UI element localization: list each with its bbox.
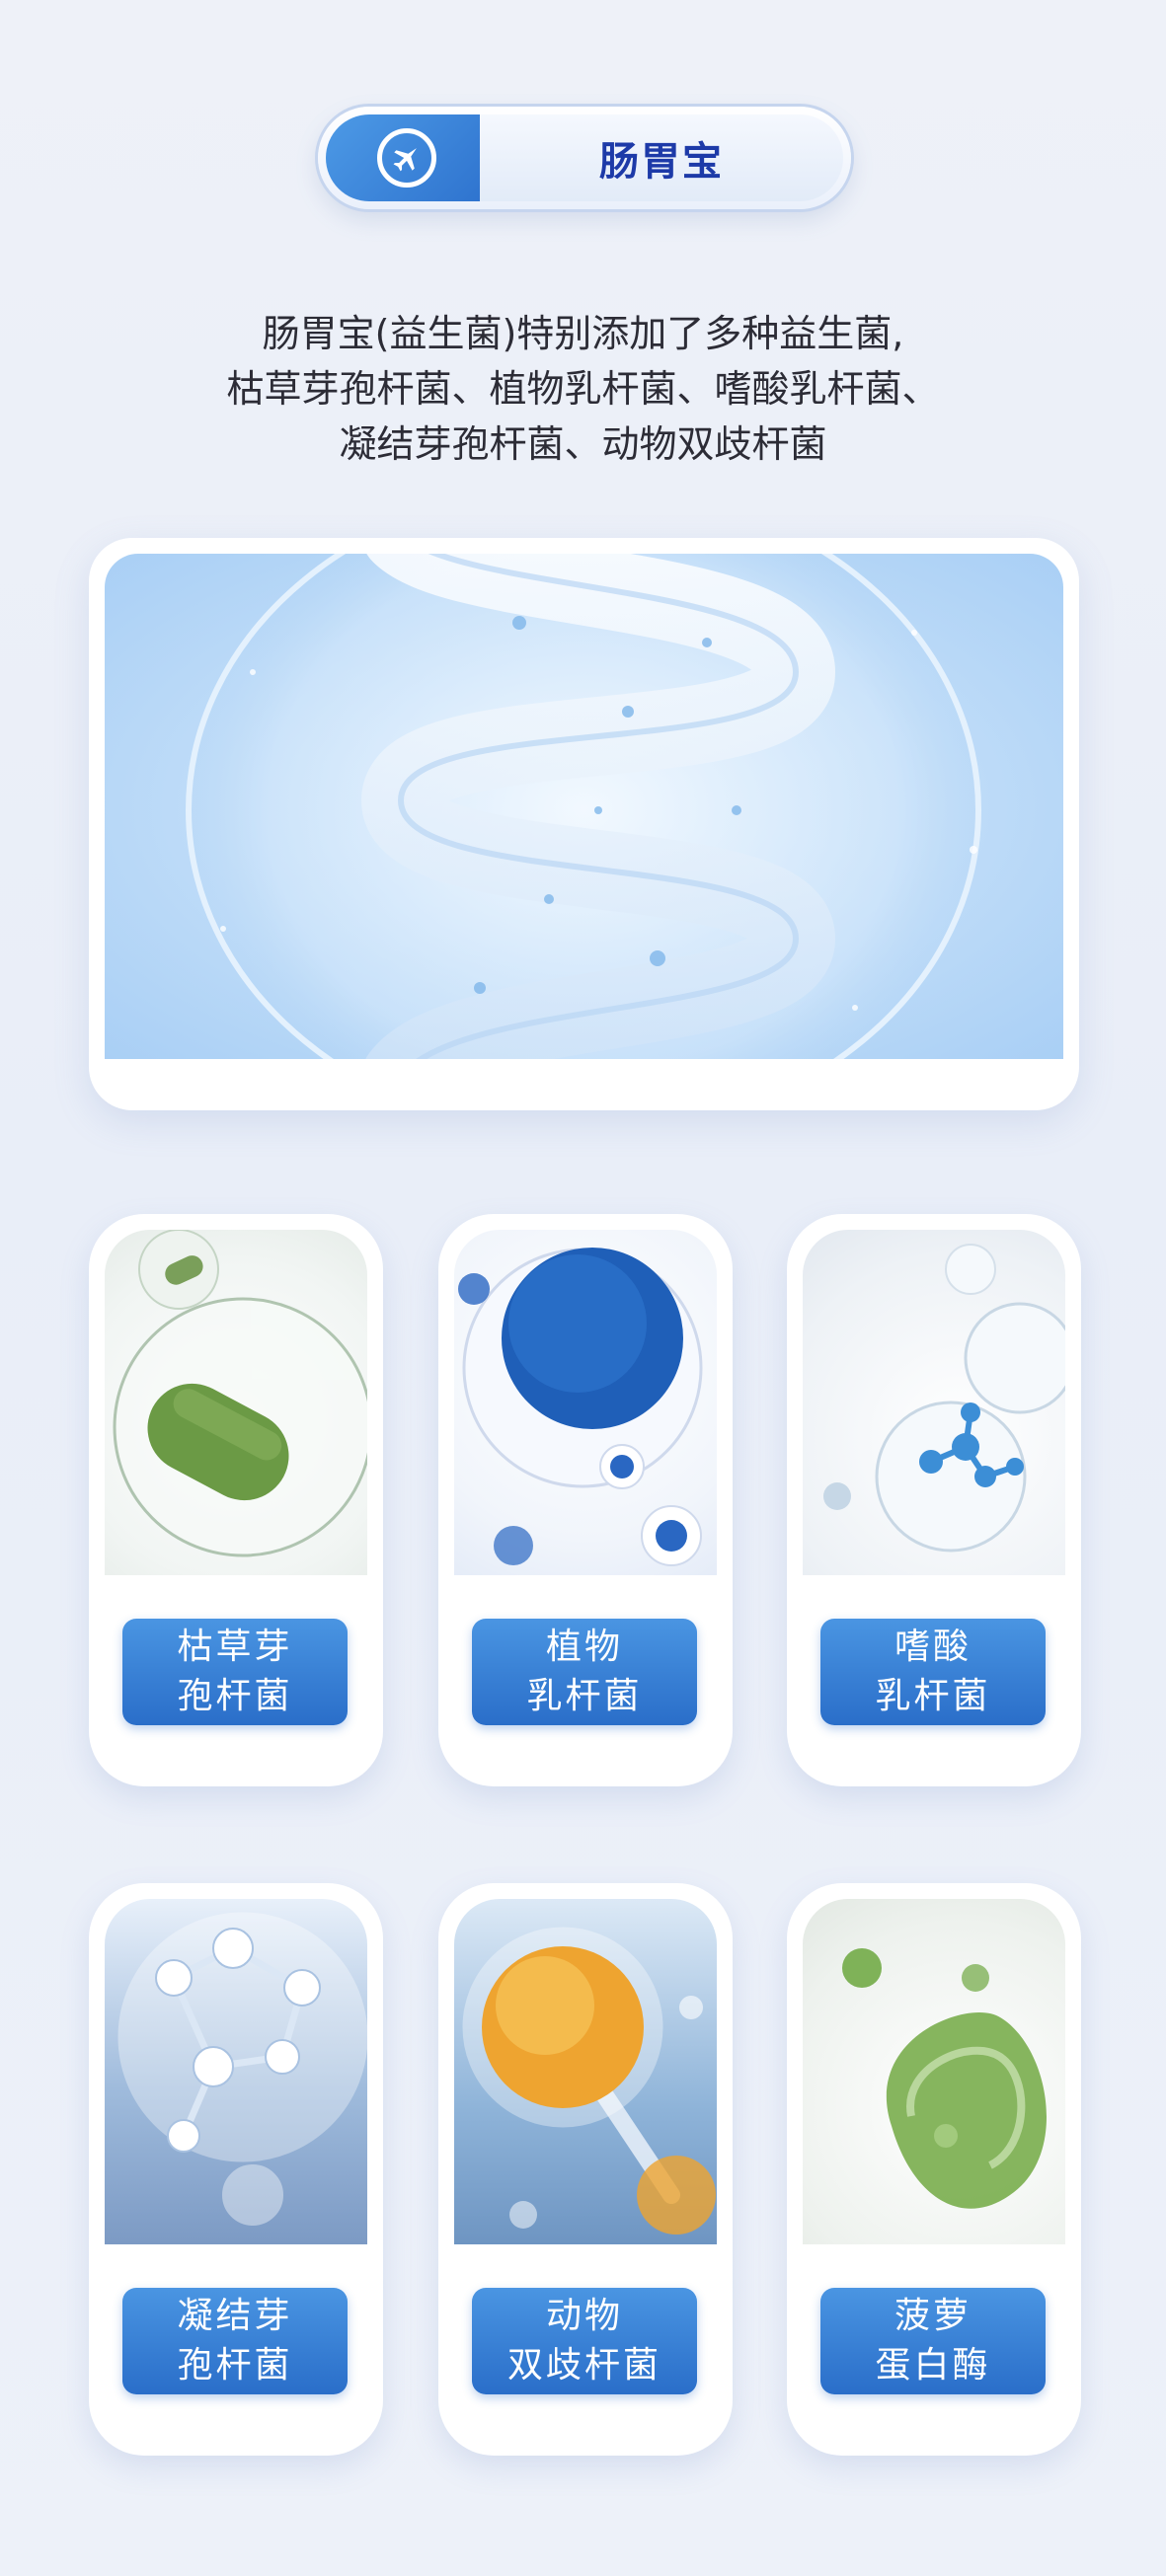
bifidobacterium-animalis-image	[454, 1899, 717, 2244]
hero-card	[89, 538, 1079, 1110]
lactobacillus-plantarum-image	[454, 1230, 717, 1575]
airplane-icon	[377, 128, 436, 188]
bacillus-subtilis-image	[105, 1230, 367, 1575]
product-label-1: 枯草芽 孢杆菌	[122, 1619, 348, 1725]
product-card-6[interactable]: 菠萝 蛋白酶	[787, 1883, 1081, 2456]
intro-line-2: 枯草芽孢杆菌、植物乳杆菌、嗜酸乳杆菌、	[226, 367, 940, 411]
intro-line-1: 肠胃宝(益生菌)特别添加了多种益生菌,	[262, 312, 904, 355]
product-card-3[interactable]: 嗜酸 乳杆菌	[787, 1214, 1081, 1786]
product-card-1[interactable]: 枯草芽 孢杆菌	[89, 1214, 383, 1786]
product-label-4: 凝结芽 孢杆菌	[122, 2288, 348, 2394]
product-card-4[interactable]: 凝结芽 孢杆菌	[89, 1883, 383, 2456]
intestine-illustration	[105, 554, 1063, 1059]
bacillus-coagulans-image	[105, 1899, 367, 2244]
bromelain-image	[803, 1899, 1065, 2244]
header-icon-box	[326, 114, 480, 201]
product-label-6: 菠萝 蛋白酶	[820, 2288, 1046, 2394]
intro-line-3: 凝结芽孢杆菌、动物双歧杆菌	[339, 422, 827, 466]
product-label-3: 嗜酸 乳杆菌	[820, 1619, 1046, 1725]
page-title: 肠胃宝	[480, 114, 843, 201]
product-card-5[interactable]: 动物 双歧杆菌	[438, 1883, 733, 2456]
header-pill: 肠胃宝	[318, 107, 851, 209]
product-label-2: 植物 乳杆菌	[472, 1619, 697, 1725]
lactobacillus-acidophilus-image	[803, 1230, 1065, 1575]
product-card-2[interactable]: 植物 乳杆菌	[438, 1214, 733, 1786]
product-label-5: 动物 双歧杆菌	[472, 2288, 697, 2394]
